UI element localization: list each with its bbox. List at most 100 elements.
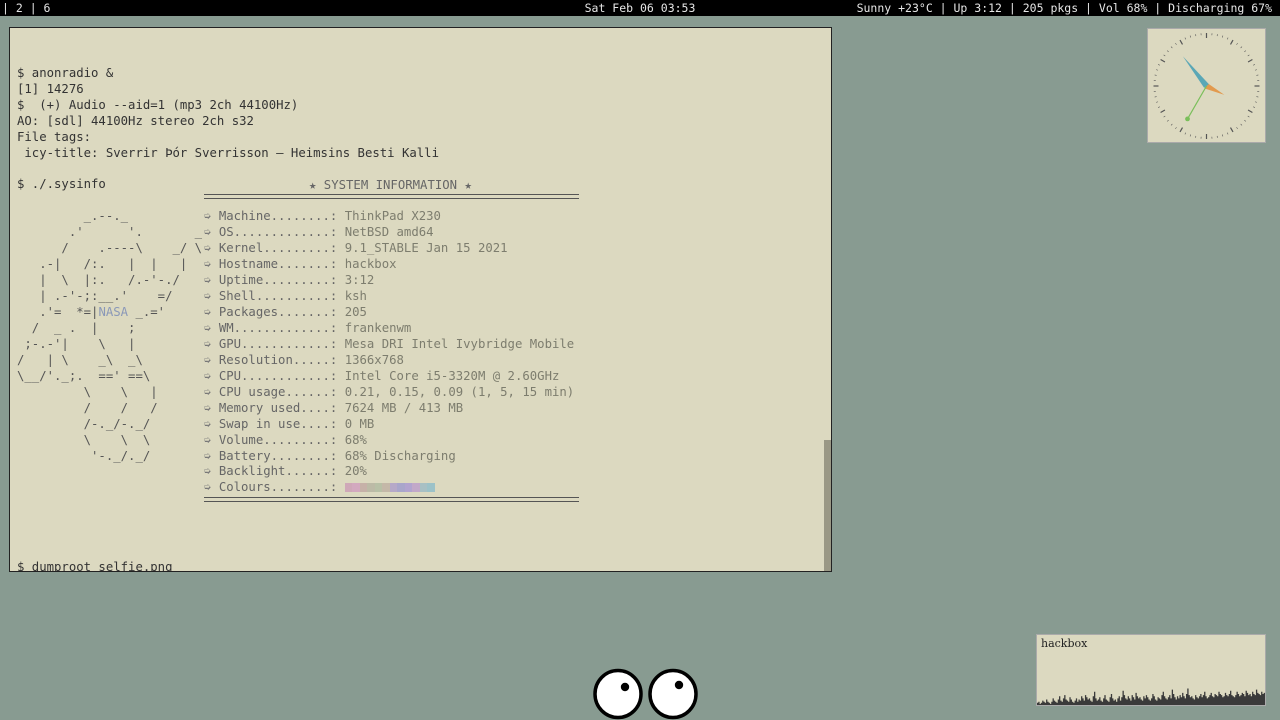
terminal-window[interactable]: $ anonradio & [1] 14276 $ (+) Audio --aid=… xyxy=(9,27,832,572)
clock-tick xyxy=(1221,35,1224,38)
colour-swatch xyxy=(427,483,435,493)
left-pupil xyxy=(620,682,630,692)
sysinfo-separator-top xyxy=(204,193,579,199)
clock-tick xyxy=(1160,58,1166,63)
clock-tick xyxy=(1252,64,1256,66)
arrow-bullet-icon: ➭ xyxy=(204,400,212,415)
sysinfo-key: Packages....... xyxy=(218,305,330,320)
analog-clock xyxy=(1147,28,1266,143)
terminal-output: $ anonradio & [1] 14276 $ (+) Audio --aid=… xyxy=(17,34,579,571)
clock-tick xyxy=(1240,46,1243,49)
arrow-bullet-icon: ➭ xyxy=(204,289,212,304)
clock-tick xyxy=(1179,127,1184,133)
sysinfo-key: Machine........ xyxy=(218,209,330,224)
sysinfo-row: ➭ Machine........: ThinkPad X230 xyxy=(204,209,574,225)
load-graph-hostname: hackbox xyxy=(1041,637,1088,650)
sysinfo-key: Colours........ xyxy=(218,480,330,495)
arrow-bullet-icon: ➭ xyxy=(204,352,212,367)
sysinfo-key-suffix: : xyxy=(329,336,345,351)
sysinfo-row: ➭ Swap in use....: 0 MB xyxy=(204,417,574,433)
sysinfo-row: ➭ Hostname.......: hackbox xyxy=(204,257,574,273)
sysinfo-value: 9.1_STABLE Jan 15 2021 xyxy=(344,241,508,256)
clock-tick xyxy=(1240,123,1243,126)
sysinfo-key: WM............. xyxy=(218,321,330,335)
sysinfo-row: ➭ Packages.......: 205 xyxy=(204,305,574,321)
clock-tick xyxy=(1247,54,1250,57)
clock-tick xyxy=(1189,134,1192,137)
arrow-bullet-icon: ➭ xyxy=(204,257,212,272)
prompt-area: $ dumproot selfie.png xyxy=(17,528,172,571)
colour-swatches xyxy=(344,483,435,493)
sysinfo-value: 0 MB xyxy=(344,416,375,431)
clock-tick xyxy=(1254,101,1257,103)
clock-tick xyxy=(1229,127,1234,133)
sysinfo-row: ➭ CPU usage......: 0.21, 0.15, 0.09 (1, … xyxy=(204,385,574,401)
sysinfo-row: ➭ Backlight......: 20% xyxy=(204,464,574,480)
right-pupil xyxy=(674,680,684,690)
sysinfo-row: ➭ Kernel.........: 9.1_STABLE Jan 15 202… xyxy=(204,241,574,257)
sysinfo-key: Shell.......... xyxy=(218,289,330,304)
sysinfo-separator-bottom xyxy=(204,496,579,502)
sysinfo-value: 68% Discharging xyxy=(344,448,456,463)
clock-tick xyxy=(1163,54,1166,57)
clock-tick xyxy=(1226,37,1229,40)
clock-tick xyxy=(1175,42,1177,45)
colour-swatch xyxy=(359,483,368,493)
arrow-bullet-icon: ➭ xyxy=(204,432,212,447)
arrow-bullet-icon: ➭ xyxy=(204,368,212,383)
terminal-line: [1] 14276 xyxy=(17,81,84,96)
sysinfo-key: Volume......... xyxy=(218,432,330,447)
clock-tick xyxy=(1175,127,1177,130)
clock-tick xyxy=(1244,119,1247,122)
sysinfo-key-suffix: : xyxy=(329,273,345,288)
sysinfo-key: Backlight...... xyxy=(218,464,330,479)
arrow-bullet-icon: ➭ xyxy=(204,384,212,399)
sysinfo-row: ➭ Shell..........: ksh xyxy=(204,289,574,305)
clock-tick xyxy=(1244,50,1247,53)
clock-minute-hand xyxy=(1182,56,1209,88)
sysinfo-key-suffix: : xyxy=(329,416,345,431)
colour-swatch xyxy=(412,483,420,493)
terminal-scrollbar[interactable] xyxy=(824,28,831,571)
colour-swatch xyxy=(389,483,398,493)
arrow-bullet-icon: ➭ xyxy=(204,209,212,224)
sysinfo-key-suffix: : xyxy=(329,400,345,415)
sysinfo-key: Uptime......... xyxy=(218,273,330,288)
sysinfo-key-suffix: : xyxy=(329,352,345,367)
clock-tick xyxy=(1184,37,1187,40)
right-eye xyxy=(648,668,698,720)
colour-swatch xyxy=(367,483,375,493)
sysinfo-key: Swap in use.... xyxy=(218,416,330,431)
sysinfo-key: Kernel......... xyxy=(218,241,330,256)
terminal-history: $ anonradio & [1] 14276 $ (+) Audio --aid=… xyxy=(17,66,439,194)
scrollbar-thumb[interactable] xyxy=(824,440,831,571)
sysinfo-key-suffix: : xyxy=(329,209,345,224)
sysinfo-key: Memory used.... xyxy=(218,400,330,415)
arrow-bullet-icon: ➭ xyxy=(204,336,212,351)
clock-tick xyxy=(1236,127,1238,130)
sysinfo-key-suffix: : xyxy=(329,305,345,320)
clock-tick xyxy=(1226,132,1229,135)
clock-tick xyxy=(1254,69,1257,71)
status-bar: | 2 | 6 Sat Feb 06 03:53 Sunny +23°C | U… xyxy=(0,0,1280,16)
sysinfo-row: ➭ Battery........: 68% Discharging xyxy=(204,449,574,465)
system-status: Sunny +23°C | Up 3:12 | 205 pkgs | Vol 6… xyxy=(856,1,1272,15)
arrow-bullet-icon: ➭ xyxy=(204,241,212,256)
clock-tick xyxy=(1156,69,1159,71)
sysinfo-key-suffix: : xyxy=(329,384,345,399)
sysinfo-row: ➭ CPU............: Intel Core i5-3320M @… xyxy=(204,369,574,385)
left-eye xyxy=(593,668,643,720)
sysinfo-row: ➭ OS.............: NetBSD amd64 xyxy=(204,225,574,241)
sysinfo-value: NetBSD amd64 xyxy=(344,225,434,240)
clock-tick xyxy=(1229,39,1234,45)
arrow-bullet-icon: ➭ xyxy=(204,480,212,495)
datetime-display: Sat Feb 06 03:53 xyxy=(584,1,696,15)
sysinfo-value: ksh xyxy=(344,289,367,304)
sysinfo-key-suffix: : xyxy=(329,464,345,479)
sysinfo-row: ➭ Volume.........: 68% xyxy=(204,433,574,449)
sysinfo-value: 68% xyxy=(344,432,367,447)
arrow-bullet-icon: ➭ xyxy=(204,416,212,431)
sysinfo-key: Hostname....... xyxy=(218,257,330,272)
workspace-list[interactable]: | 2 | 6 xyxy=(2,0,50,16)
